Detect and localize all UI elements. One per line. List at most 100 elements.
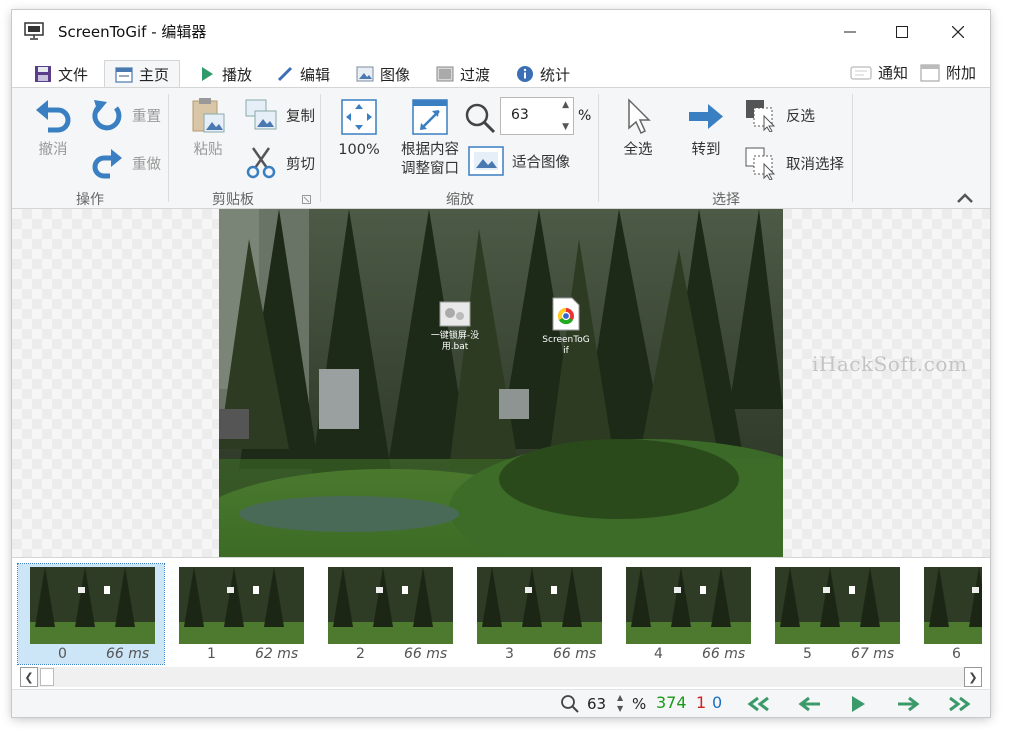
frame-thumbnail <box>626 567 751 644</box>
desktop-icon-bat-label1: 一键锁屏-没 <box>430 331 480 341</box>
zoom-100-button[interactable]: 100% <box>336 96 382 160</box>
frame-item[interactable]: 3 66 ms <box>465 564 611 664</box>
cursor-icon <box>628 98 651 135</box>
frame-number: 0 <box>58 646 67 662</box>
info-icon <box>517 66 533 82</box>
tab-file[interactable]: 文件 <box>34 60 88 88</box>
arrow-right-icon <box>689 104 723 129</box>
goto-button[interactable]: 转到 <box>684 96 728 160</box>
invert-selection-label: 反选 <box>786 108 815 125</box>
fit-image-label: 适合图像 <box>512 154 570 171</box>
tab-edit-label: 编辑 <box>300 65 331 84</box>
fit-window-button[interactable]: 根据内容 调整窗口 <box>394 96 466 179</box>
zoom-input[interactable]: 63 ▲ ▼ <box>500 97 574 135</box>
undo-icon <box>36 100 71 133</box>
scrollbar-thumb[interactable] <box>40 668 54 686</box>
close-icon <box>952 26 964 38</box>
group-label-select: 选择 <box>712 192 740 208</box>
frame-item[interactable]: 4 66 ms <box>614 564 760 664</box>
desktop-icon-screentogif[interactable]: ScreenToG if <box>531 297 601 357</box>
magnifier-icon <box>465 103 496 134</box>
ribbon-panel: 撤消 重置 重做 操作 粘贴 复制 剪切 剪贴板 100% 根据内容 调整窗口 … <box>12 87 990 209</box>
transition-icon <box>436 66 454 82</box>
paste-button[interactable]: 粘贴 <box>188 96 228 160</box>
frame-item[interactable]: 6 <box>912 564 982 664</box>
invert-selection-button[interactable]: 反选 <box>744 98 815 132</box>
status-bar: 63 ▲ ▼ % 374 1 0 <box>12 689 990 717</box>
close-button[interactable] <box>930 10 986 54</box>
paste-label: 粘贴 <box>193 142 223 158</box>
select-all-label: 全选 <box>623 142 653 158</box>
goto-label: 转到 <box>691 142 721 158</box>
ribbon-separator <box>320 94 321 202</box>
tab-transition[interactable]: 过渡 <box>436 60 490 88</box>
scissors-icon <box>246 147 276 179</box>
frame-delay: 62 ms <box>255 646 299 662</box>
scroll-right-icon[interactable]: ❯ <box>964 667 982 687</box>
minimize-button[interactable] <box>822 10 878 54</box>
next-frame-icon[interactable] <box>896 696 920 712</box>
frame-preview: 一键锁屏-没 用.bat ScreenToG if <box>219 209 783 557</box>
frame-item[interactable]: 0 66 ms <box>17 563 165 665</box>
reset-label: 重置 <box>132 108 161 125</box>
zoom-down-icon[interactable]: ▼ <box>562 122 569 132</box>
frame-thumbnail <box>477 567 602 644</box>
tab-home[interactable]: 主页 <box>104 60 181 88</box>
last-frame-icon[interactable] <box>944 696 972 712</box>
zoom-input-value: 63 <box>511 107 529 123</box>
frame-item[interactable]: 2 66 ms <box>316 564 462 664</box>
maximize-button[interactable] <box>874 10 930 54</box>
frame-item[interactable]: 5 67 ms <box>763 564 909 664</box>
copy-button[interactable]: 复制 <box>244 98 315 132</box>
frame-thumbnail <box>924 567 982 644</box>
desktop-icon-bat[interactable]: 一键锁屏-没 用.bat <box>415 301 495 353</box>
deselect-button[interactable]: 取消选择 <box>744 146 844 180</box>
frame-item[interactable]: 1 62 ms <box>167 564 313 664</box>
undo-button[interactable]: 撤消 <box>32 96 74 160</box>
cut-button[interactable]: 剪切 <box>244 146 315 180</box>
tab-statistics-label: 统计 <box>540 65 571 84</box>
previous-frame-icon[interactable] <box>798 696 822 712</box>
notifications-button[interactable]: 通知 <box>850 62 908 83</box>
copy-label: 复制 <box>286 108 315 125</box>
fit-image-button[interactable]: 适合图像 <box>468 146 570 176</box>
fullscreen-arrows-icon <box>341 99 377 135</box>
tab-transition-label: 过渡 <box>460 65 491 84</box>
select-all-button[interactable]: 全选 <box>616 96 660 160</box>
tab-image[interactable]: 图像 <box>356 60 410 88</box>
undo-label: 撤消 <box>38 142 68 158</box>
frame-delay: 67 ms <box>851 646 895 662</box>
group-label-clipboard: 剪贴板 <box>212 192 254 208</box>
extras-button[interactable]: 附加 <box>920 62 976 83</box>
dialog-launcher-icon[interactable] <box>302 195 311 204</box>
status-zoom-spinner-icon[interactable]: ▲ ▼ <box>617 692 623 714</box>
tab-statistics[interactable]: 统计 <box>516 60 570 88</box>
collapse-ribbon-icon[interactable] <box>956 192 974 204</box>
zoom-100-label: 100% <box>338 142 380 158</box>
deselect-label: 取消选择 <box>786 156 844 173</box>
frame-strip-scrollbar[interactable]: ❮ ❯ <box>20 667 982 687</box>
frame-number: 1 <box>207 646 216 662</box>
status-current-frame: 0 <box>712 693 723 712</box>
scroll-left-icon[interactable]: ❮ <box>20 667 38 687</box>
paste-icon <box>192 98 225 133</box>
first-frame-icon[interactable] <box>746 696 774 712</box>
preview-canvas: 一键锁屏-没 用.bat ScreenToG if iHackSoft.com <box>12 209 990 557</box>
status-zoom-value[interactable]: 63 <box>587 695 606 713</box>
zoom-up-icon[interactable]: ▲ <box>562 100 569 110</box>
frame-number: 3 <box>505 646 514 662</box>
frame-thumbnail <box>775 567 900 644</box>
save-icon <box>35 66 51 82</box>
play-icon[interactable] <box>850 695 866 713</box>
redo-button[interactable]: 重做 <box>90 146 161 180</box>
status-frame-count: 374 <box>656 693 687 712</box>
invert-selection-icon <box>746 100 776 132</box>
frame-number: 6 <box>952 646 961 662</box>
frame-number: 2 <box>356 646 365 662</box>
reset-button[interactable]: 重置 <box>90 98 161 132</box>
tab-play[interactable]: 播放 <box>198 60 252 88</box>
frame-number: 5 <box>803 646 812 662</box>
notification-icon <box>850 66 872 79</box>
frame-strip: 0 66 ms 1 62 ms 2 66 ms 3 66 ms 4 66 ms … <box>12 557 990 665</box>
tab-edit[interactable]: 编辑 <box>276 60 330 88</box>
